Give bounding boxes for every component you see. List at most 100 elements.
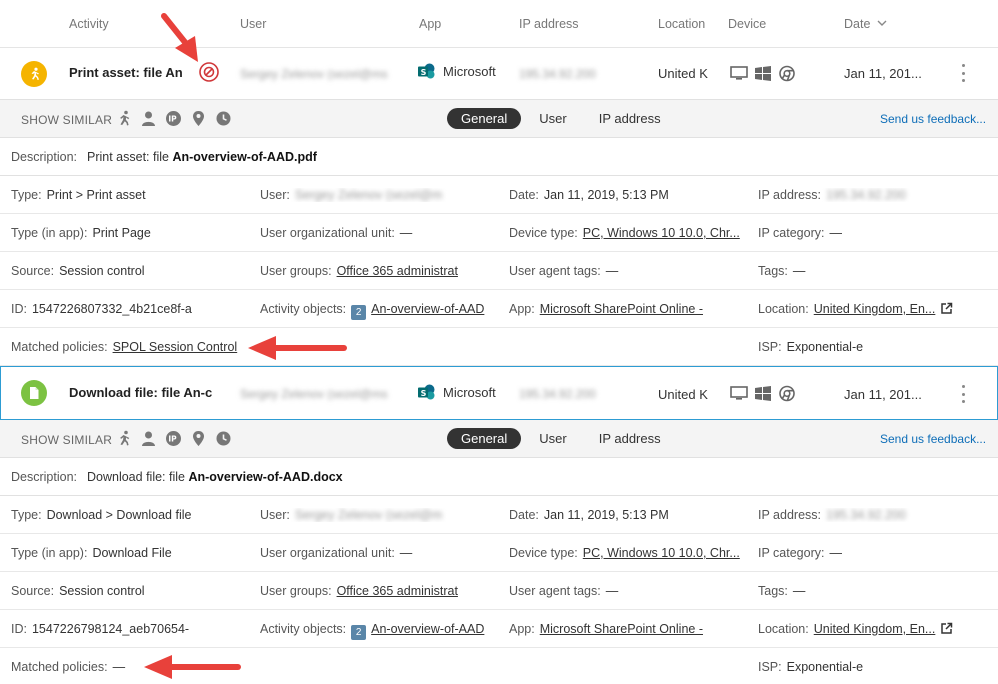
field-value: Session control [59, 264, 145, 278]
field-label: ISP: [758, 660, 782, 674]
field-label: Date: [509, 188, 539, 202]
column-ip-address[interactable]: IP address [519, 17, 579, 31]
ip-address[interactable]: 195.34.92.200 [519, 387, 596, 401]
field-value: — [829, 226, 842, 240]
tab-ip-address[interactable]: IP address [585, 428, 675, 449]
field-value: — [829, 546, 842, 560]
field-label: User groups: [260, 264, 332, 278]
field-value[interactable]: Sergey Zelenov (sezel@m [295, 188, 442, 202]
field-value[interactable]: PC, Windows 10 10.0, Chr... [583, 226, 740, 240]
tab-ip-address[interactable]: IP address [585, 108, 675, 129]
chrome-icon [779, 65, 795, 82]
external-link-icon[interactable] [940, 302, 953, 315]
field-value: Jan 11, 2019, 5:13 PM [543, 188, 669, 202]
similar-activity-runner-icon[interactable] [115, 110, 132, 127]
send-feedback-link[interactable]: Send us feedback... [880, 112, 986, 126]
column-location[interactable]: Location [658, 17, 705, 31]
tab-user[interactable]: User [525, 428, 580, 449]
field-value[interactable]: Microsoft SharePoint Online - [540, 302, 703, 316]
field-value[interactable]: United Kingdom, En... [814, 302, 936, 316]
column-user[interactable]: User [240, 17, 266, 31]
activity-date: Jan 11, 201... [844, 387, 922, 402]
field-label: User organizational unit: [260, 546, 395, 560]
field-label: Matched policies: [11, 660, 108, 674]
field-label: Location: [758, 622, 809, 636]
description-value: Print asset: file An-overview-of-AAD.pdf [87, 150, 317, 164]
similar-ip-icon[interactable]: IP [165, 110, 182, 127]
tab-user[interactable]: User [525, 108, 580, 129]
activity-title[interactable]: Download file: file An-c [69, 385, 212, 400]
similar-user-icon[interactable] [140, 110, 157, 127]
field-tags: Tags: — [758, 584, 993, 598]
svg-text:IP: IP [168, 435, 177, 444]
column-device[interactable]: Device [728, 17, 766, 31]
windows-icon [755, 386, 771, 401]
field-value[interactable]: Microsoft SharePoint Online - [540, 622, 703, 636]
field-label: IP address: [758, 188, 822, 202]
similar-time-clock-icon[interactable] [215, 110, 232, 127]
field-user-groups: User groups: Office 365 administrat [260, 584, 460, 598]
field-value[interactable]: 195.34.92.200 [826, 508, 906, 522]
similar-location-pin-icon[interactable] [190, 110, 207, 127]
more-options-icon[interactable] [958, 62, 968, 84]
activity-type-icon [21, 61, 47, 87]
field-label: Date: [509, 508, 539, 522]
field-value[interactable]: PC, Windows 10 10.0, Chr... [583, 546, 740, 560]
details-row: ID: 1547226798124_aeb70654- Activity obje… [0, 610, 998, 648]
field-user: User: Sergey Zelenov (sezel@m [260, 188, 500, 202]
send-feedback-link[interactable]: Send us feedback... [880, 432, 986, 446]
field-label: Tags: [758, 264, 788, 278]
svg-text:S: S [421, 68, 427, 77]
field-value[interactable]: An-overview-of-AAD [371, 302, 484, 316]
field-value[interactable]: 195.34.92.200 [826, 188, 906, 202]
similar-ip-icon[interactable]: IP [165, 430, 182, 447]
ip-address[interactable]: 195.34.92.200 [519, 67, 596, 81]
chrome-icon [779, 385, 795, 402]
field-id: ID: 1547226798124_aeb70654- [11, 622, 193, 636]
user-name[interactable]: Sergey Zelenov (sezel@ms [240, 387, 410, 401]
tab-general[interactable]: General [447, 428, 522, 449]
app-cell[interactable]: S Microsoft [418, 63, 496, 80]
similar-location-pin-icon[interactable] [190, 430, 207, 447]
column-date[interactable]: Date [844, 17, 887, 31]
field-value[interactable]: Office 365 administrat [337, 264, 458, 278]
more-options-icon[interactable] [958, 383, 968, 405]
external-link-icon[interactable] [940, 622, 953, 635]
field-label: App: [509, 302, 535, 316]
details-row: Type: Download > Download file User: Serge… [0, 496, 998, 534]
app-cell[interactable]: S Microsoft [418, 384, 496, 401]
field-value: — [792, 264, 806, 278]
field-label: User organizational unit: [260, 226, 395, 240]
table-row[interactable]: Print asset: file An Sergey Zelenov (sez… [0, 48, 998, 100]
similar-user-icon[interactable] [140, 430, 157, 447]
field-value: — [605, 264, 619, 278]
field-value[interactable]: United Kingdom, En... [814, 622, 936, 636]
field-source: Source: Session control [11, 584, 246, 598]
field-value[interactable]: Office 365 administrat [337, 584, 458, 598]
field-device-type: Device type: PC, Windows 10 10.0, Chr... [509, 546, 741, 560]
tab-general[interactable]: General [447, 108, 522, 129]
description-label: Description: [11, 150, 77, 164]
field-label: Device type: [509, 546, 578, 560]
field-label: Type: [11, 508, 42, 522]
field-location: Location: United Kingdom, En... [758, 622, 993, 636]
field-value: Jan 11, 2019, 5:13 PM [543, 508, 669, 522]
field-label: Source: [11, 584, 55, 598]
field-activity-objects: Activity objects: 2 An-overview-of-AAD [260, 622, 490, 640]
column-app[interactable]: App [419, 17, 441, 31]
show-similar-label: SHOW SIMILAR [21, 433, 113, 447]
field-date: Date: Jan 11, 2019, 5:13 PM [509, 508, 749, 522]
field-value: Exponential-e [786, 660, 864, 674]
field-value[interactable]: SPOL Session Control [113, 340, 238, 354]
similar-time-clock-icon[interactable] [215, 430, 232, 447]
show-similar-bar: SHOW SIMILAR IP General User IP address … [0, 100, 998, 138]
field-value[interactable]: Sergey Zelenov (sezel@m [295, 508, 442, 522]
field-label: Location: [758, 302, 809, 316]
field-value[interactable]: An-overview-of-AAD [371, 622, 484, 636]
details-row: Matched policies: SPOL Session Control IS… [0, 328, 998, 366]
column-activity[interactable]: Activity [69, 17, 109, 31]
similar-activity-runner-icon[interactable] [115, 430, 132, 447]
user-name[interactable]: Sergey Zelenov (sezel@ms [240, 67, 410, 81]
desktop-icon [730, 386, 748, 400]
table-row[interactable]: Download file: file An-c Sergey Zelenov … [0, 366, 998, 420]
